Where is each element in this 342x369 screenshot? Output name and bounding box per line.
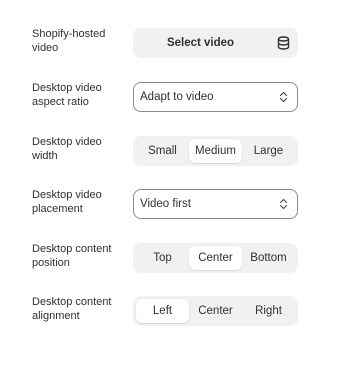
content-position-option-top[interactable]: Top [136, 246, 189, 270]
content-alignment-option-right[interactable]: Right [242, 299, 295, 323]
setting-row-video-width: Desktop video width Small Medium Large [32, 136, 298, 172]
select-video-button[interactable]: Select video [133, 37, 268, 49]
video-placement-select[interactable]: Video first [133, 189, 298, 219]
content-alignment-option-left[interactable]: Left [136, 299, 189, 323]
shopify-video-picker: Select video [133, 28, 298, 58]
content-position-option-center[interactable]: Center [189, 246, 242, 270]
content-alignment-option-center[interactable]: Center [189, 299, 242, 323]
chevron-up-down-icon [277, 90, 289, 104]
video-placement-value: Video first [140, 198, 191, 210]
setting-row-aspect-ratio: Desktop video aspect ratio Adapt to vide… [32, 82, 298, 118]
content-position-label: Desktop content position [32, 243, 112, 269]
content-position-segmented: Top Center Bottom [133, 243, 298, 273]
setting-row-content-alignment: Desktop content alignment Left Center Ri… [32, 296, 298, 332]
database-icon[interactable] [268, 28, 298, 58]
video-width-option-small[interactable]: Small [136, 139, 189, 163]
content-alignment-segmented: Left Center Right [133, 296, 298, 326]
video-width-option-large[interactable]: Large [242, 139, 295, 163]
setting-row-shopify-video: Shopify-hosted video Select video [32, 28, 298, 64]
video-width-option-medium[interactable]: Medium [189, 139, 242, 163]
aspect-ratio-select[interactable]: Adapt to video [133, 82, 298, 112]
video-settings-panel: Shopify-hosted video Select video Deskto… [0, 0, 342, 369]
content-alignment-label: Desktop content alignment [32, 296, 112, 322]
video-placement-label: Desktop video placement [32, 189, 102, 215]
content-position-option-bottom[interactable]: Bottom [242, 246, 295, 270]
video-width-label: Desktop video width [32, 136, 102, 162]
setting-row-video-placement: Desktop video placement Video first [32, 189, 298, 225]
video-width-segmented: Small Medium Large [133, 136, 298, 166]
shopify-video-label: Shopify-hosted video [32, 28, 106, 54]
chevron-up-down-icon [277, 197, 289, 211]
aspect-ratio-label: Desktop video aspect ratio [32, 82, 102, 108]
aspect-ratio-value: Adapt to video [140, 91, 214, 103]
setting-row-content-position: Desktop content position Top Center Bott… [32, 243, 298, 279]
